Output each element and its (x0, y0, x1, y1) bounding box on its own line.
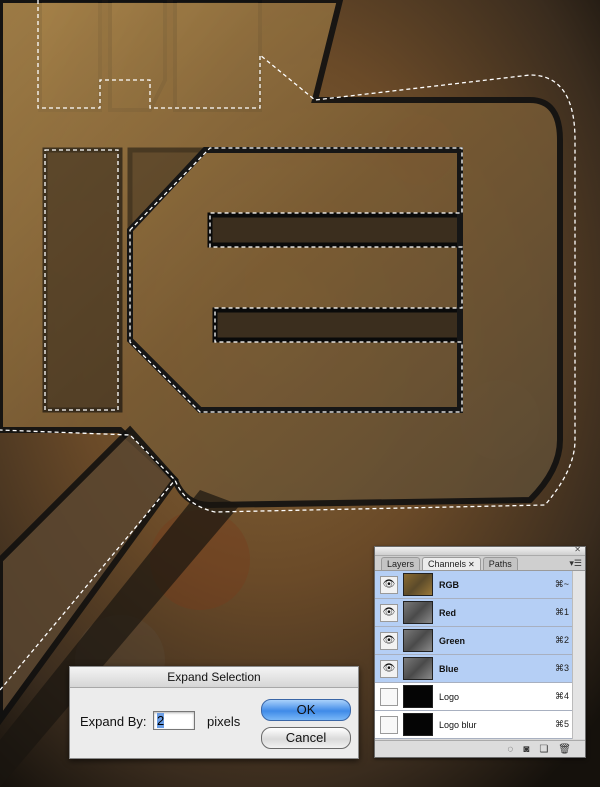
channel-shortcut: ⌘1 (554, 607, 569, 617)
channel-name: Logo (439, 691, 460, 702)
channel-name: Logo blur (439, 719, 477, 730)
save-selection-icon[interactable]: ◙ (523, 744, 529, 755)
channel-shortcut: ⌘~ (554, 579, 569, 589)
channel-shortcut: ⌘3 (554, 663, 569, 673)
channel-row-blue[interactable]: 👁 Blue ⌘3 (375, 655, 585, 683)
channel-name: Red (439, 607, 457, 618)
tab-paths-label: Paths (488, 559, 512, 569)
channel-shortcut: ⌘5 (554, 719, 569, 729)
new-channel-icon[interactable]: ❏ (539, 744, 548, 755)
tab-layers[interactable]: Layers (381, 557, 421, 570)
expand-by-input[interactable]: 2 (153, 711, 195, 730)
eye-icon[interactable]: 👁 (380, 575, 398, 594)
tab-channels[interactable]: Channels ✕ (422, 557, 481, 570)
panel-titlebar[interactable]: ✕ (375, 546, 585, 556)
eye-icon[interactable]: 👁 (380, 631, 398, 650)
panel-menu-icon[interactable]: ▾☰ (569, 558, 582, 569)
unit-label: pixels (207, 714, 241, 729)
dialog-title: Expand Selection (70, 667, 358, 688)
ok-button[interactable]: OK (261, 699, 351, 721)
panel-collapse-icon[interactable]: ✕ (574, 546, 581, 554)
channel-name: RGB (439, 579, 459, 590)
channel-row-red[interactable]: 👁 Red ⌘1 (375, 599, 585, 627)
channel-shortcut: ⌘2 (554, 635, 569, 645)
channels-panel: ✕ Layers Channels ✕ Paths ▾☰ 👁 RGB ⌘~ 👁 R… (374, 546, 586, 758)
panel-bottom-toolbar: ◌ ◙ ❏ 🗑 (375, 740, 585, 757)
load-selection-icon[interactable]: ◌ (507, 744, 513, 755)
expand-by-label: Expand By: (80, 714, 147, 729)
channel-row-green[interactable]: 👁 Green ⌘2 (375, 627, 585, 655)
eye-icon[interactable]: 👁 (380, 659, 398, 678)
channel-thumbnail (403, 685, 433, 708)
panel-tabs: Layers Channels ✕ Paths ▾☰ (375, 556, 585, 571)
channel-thumbnail (403, 657, 433, 680)
channel-thumbnail (403, 601, 433, 624)
expand-by-value: 2 (157, 713, 165, 728)
channel-name: Green (439, 635, 466, 646)
channel-thumbnail (403, 573, 433, 596)
close-icon[interactable]: ✕ (468, 560, 475, 569)
tab-channels-label: Channels (428, 559, 467, 569)
channel-name: Blue (439, 663, 459, 674)
tab-paths[interactable]: Paths (482, 557, 518, 570)
scrollbar[interactable] (572, 571, 585, 739)
tab-layers-label: Layers (387, 559, 415, 569)
expand-selection-dialog: Expand Selection Expand By: 2 pixels OK … (69, 666, 359, 759)
eye-icon[interactable]: 👁 (380, 603, 398, 622)
channel-row-rgb[interactable]: 👁 RGB ⌘~ (375, 571, 585, 599)
channel-row-logo[interactable]: Logo ⌘4 (375, 683, 585, 711)
channel-shortcut: ⌘4 (554, 691, 569, 701)
visibility-toggle[interactable] (380, 715, 398, 734)
channel-row-logo-blur[interactable]: Logo blur ⌘5 (375, 711, 585, 739)
channel-thumbnail (403, 629, 433, 652)
cancel-button[interactable]: Cancel (261, 727, 351, 749)
trash-icon[interactable]: 🗑 (558, 744, 571, 755)
channel-list: 👁 RGB ⌘~ 👁 Red ⌘1 👁 Green ⌘2 👁 Blue ⌘3 L… (375, 571, 585, 739)
channel-thumbnail (403, 713, 433, 736)
visibility-toggle[interactable] (380, 687, 398, 706)
